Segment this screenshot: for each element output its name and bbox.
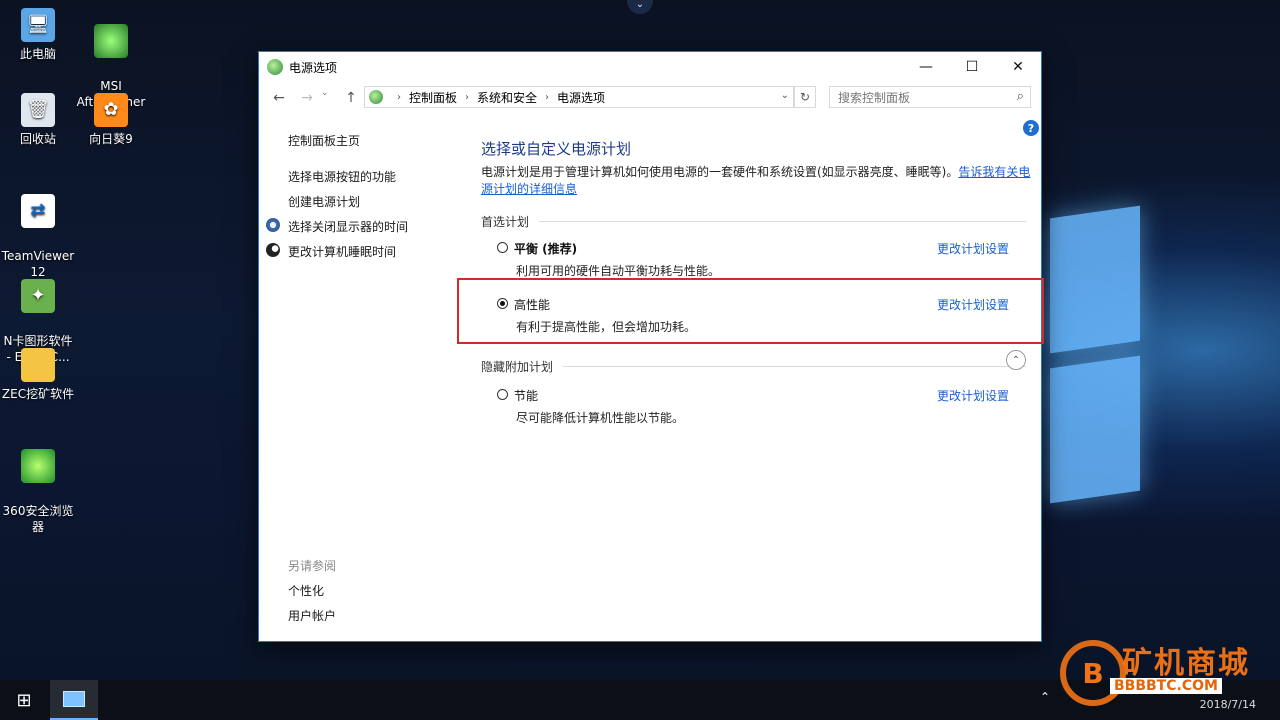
title-bar[interactable]: 电源选项 — ☐ ✕ <box>259 52 1041 82</box>
up-arrow-icon[interactable]: ↑ <box>339 86 363 110</box>
recycle-bin-icon: 🗑 <box>21 93 55 127</box>
desktop-icon-sunflower[interactable]: ✿ 向日葵9 <box>73 93 149 147</box>
see-also-link-user-accounts[interactable]: 用户帐户 <box>288 607 336 624</box>
plan-description: 尽可能降低计算机性能以节能。 <box>516 411 685 425</box>
search-placeholder: 搜索控制面板 <box>838 90 911 105</box>
main-panel: ? 选择或自定义电源计划 电源计划是用于管理计算机如何使用电源的一套硬件和系统设… <box>481 114 1041 641</box>
search-icon[interactable]: ⌕ <box>1017 89 1024 104</box>
search-input[interactable]: 搜索控制面板 ⌕ <box>829 86 1031 108</box>
collapse-chevron-up-icon[interactable]: ⌃ <box>1006 350 1026 370</box>
preferred-plans-header: 首选计划 <box>481 213 1026 230</box>
sidebar-link-display-off[interactable]: 选择关闭显示器的时间 <box>288 218 408 235</box>
plan-description: 利用可用的硬件自动平衡功耗与性能。 <box>516 264 721 278</box>
maximize-button[interactable]: ☐ <box>949 52 995 82</box>
computer-icon: 🖥 <box>21 8 55 42</box>
top-dropdown-chevron-icon[interactable]: ⌄ <box>627 0 653 14</box>
sidebar: 控制面板主页 选择电源按钮的功能 创建电源计划 选择关闭显示器的时间 更改计算机… <box>259 114 469 641</box>
breadcrumb-item-power-options[interactable]: 电源选项 <box>557 89 605 106</box>
sidebar-link-power-button[interactable]: 选择电源按钮的功能 <box>288 168 396 185</box>
sidebar-link-control-panel-home[interactable]: 控制面板主页 <box>288 132 360 149</box>
power-options-window: 电源选项 — ☐ ✕ ← → ⌄ ↑ › 控制面板 › 系统和安全 › 电源选项… <box>258 51 1042 642</box>
plan-name[interactable]: 平衡 (推荐) <box>514 240 577 257</box>
address-bar[interactable]: › 控制面板 › 系统和安全 › 电源选项 ⌄ <box>364 86 794 108</box>
breadcrumb-separator-icon: › <box>397 91 401 103</box>
desktop-icon-zec-miner[interactable]: ZEC挖矿软件 <box>0 348 76 402</box>
hidden-plans-header: 隐藏附加计划 ⌃ <box>481 350 1026 375</box>
description-text: 电源计划是用于管理计算机如何使用电源的一套硬件和系统设置(如显示器亮度、睡眠等)… <box>481 165 959 179</box>
radio-power-saver[interactable] <box>497 389 508 400</box>
recent-locations-chevron-icon[interactable]: ⌄ <box>321 88 333 98</box>
highlight-annotation-box <box>457 278 1044 344</box>
divider <box>539 221 1026 222</box>
control-panel-icon <box>63 691 85 707</box>
sleep-moon-icon <box>266 243 280 257</box>
navigation-bar: ← → ⌄ ↑ › 控制面板 › 系统和安全 › 电源选项 ⌄ ↻ 搜索控制面板… <box>259 82 1041 114</box>
desktop-icon-recycle-bin[interactable]: 🗑 回收站 <box>0 93 76 147</box>
desktop-icon-360-browser[interactable]: 360安全浏览 器 <box>0 433 76 551</box>
minimize-button[interactable]: — <box>903 52 949 82</box>
desktop-icon-label: ZEC挖矿软件 <box>1 387 75 401</box>
taskbar: ⊞ ⌃ 2018/7/14 <box>0 680 1280 720</box>
breadcrumb-separator-icon: › <box>545 91 550 103</box>
breadcrumb-item-control-panel[interactable]: 控制面板 <box>409 89 457 106</box>
help-icon[interactable]: ? <box>1023 120 1039 136</box>
breadcrumb-separator-icon: › <box>465 91 470 103</box>
desktop-icon-label: 回收站 <box>19 132 56 146</box>
desktop-icon-label: 向日葵9 <box>89 132 133 146</box>
forward-arrow-icon[interactable]: → <box>295 86 319 110</box>
sunflower-icon: ✿ <box>94 93 128 127</box>
clock[interactable]: 2018/7/14 <box>1200 698 1256 711</box>
nvidia-tool-icon: ✦ <box>21 279 55 313</box>
breadcrumb-item-system-security[interactable]: 系统和安全 <box>477 89 537 106</box>
divider <box>563 366 1026 367</box>
change-plan-settings-link[interactable]: 更改计划设置 <box>937 240 1009 257</box>
browser-360-icon <box>21 449 55 483</box>
refresh-icon[interactable]: ↻ <box>794 86 816 108</box>
address-dropdown-chevron-icon[interactable]: ⌄ <box>781 90 789 101</box>
control-panel-icon <box>369 90 383 104</box>
see-also-link-personalization[interactable]: 个性化 <box>288 582 324 599</box>
plan-name[interactable]: 节能 <box>514 387 538 404</box>
preferred-plans-label: 首选计划 <box>481 215 530 229</box>
back-arrow-icon[interactable]: ← <box>267 86 291 110</box>
watermark-text: 矿机商城 <box>1122 646 1250 681</box>
windows-start-icon[interactable]: ⊞ <box>0 680 48 720</box>
teamviewer-icon: ⇄ <box>21 194 55 228</box>
taskbar-control-panel-button[interactable] <box>50 680 98 720</box>
desktop-icon-label: 360安全浏览 器 <box>2 504 74 534</box>
folder-icon <box>21 348 55 382</box>
display-timer-icon <box>266 218 280 232</box>
desktop-icon-this-pc[interactable]: 🖥 此电脑 <box>0 8 76 62</box>
close-button[interactable]: ✕ <box>995 52 1041 82</box>
window-title: 电源选项 <box>289 60 338 75</box>
tray-overflow-chevron-icon[interactable]: ⌃ <box>1040 690 1050 704</box>
change-plan-settings-link[interactable]: 更改计划设置 <box>937 387 1009 404</box>
windows-logo-wallpaper <box>1050 205 1140 519</box>
radio-balanced[interactable] <box>497 242 508 253</box>
page-description: 电源计划是用于管理计算机如何使用电源的一套硬件和系统设置(如显示器亮度、睡眠等)… <box>481 164 1031 198</box>
desktop-icon-label: 此电脑 <box>19 47 56 61</box>
hidden-plans-label: 隐藏附加计划 <box>481 360 554 374</box>
see-also-title: 另请参阅 <box>288 559 337 573</box>
power-options-icon <box>267 59 283 75</box>
msi-afterburner-icon <box>94 24 128 58</box>
sidebar-link-create-plan[interactable]: 创建电源计划 <box>288 193 360 210</box>
page-title: 选择或自定义电源计划 <box>481 140 632 158</box>
sidebar-link-sleep-time[interactable]: 更改计算机睡眠时间 <box>288 243 396 260</box>
